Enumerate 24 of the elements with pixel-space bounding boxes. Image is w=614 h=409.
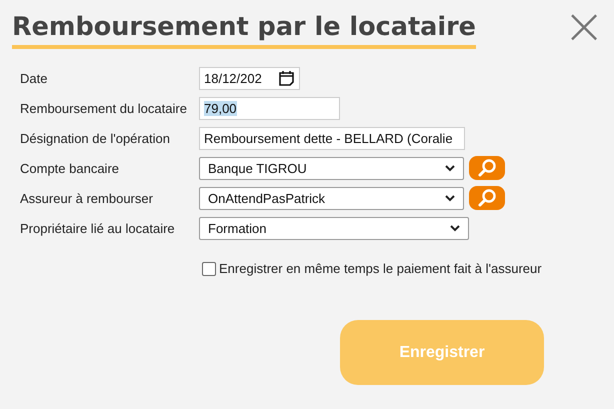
dropdown[interactable]: Formation (199, 216, 469, 240)
checkbox-label: Enregistrer en même temps le paiement fait à l'assureur (219, 261, 542, 276)
close-icon[interactable]: × (563, 8, 605, 44)
field-label: Propriétaire lié au locataire (20, 220, 176, 236)
search-button[interactable] (469, 156, 505, 180)
date-field[interactable]: 18/12/202 (199, 66, 300, 90)
dropdown-caret-icon (445, 164, 455, 172)
field-label: Assureur à rembourser (20, 190, 154, 206)
text-field[interactable]: 79,00 (199, 96, 340, 120)
dropdown-caret-icon (445, 194, 455, 202)
search-button[interactable] (469, 186, 505, 210)
field-label: Compte bancaire (20, 160, 120, 176)
field-value: 79,00 (204, 100, 237, 116)
dialog-title: Remboursement par le locataire (12, 8, 476, 49)
field-value: Remboursement dette - BELLARD (Coralie (204, 130, 453, 146)
dropdown[interactable]: Banque TIGROU (199, 156, 464, 180)
dropdown-caret-icon (450, 224, 460, 232)
checkbox[interactable] (202, 262, 216, 276)
dropdown[interactable]: OnAttendPasPatrick (199, 186, 464, 210)
field-label: Date (20, 70, 48, 86)
field-label: Désignation de l'opération (20, 130, 171, 146)
calendar-icon[interactable] (278, 70, 295, 86)
field-label: Remboursement du locataire (20, 100, 188, 116)
text-field[interactable]: Remboursement dette - BELLARD (Coralie (199, 126, 465, 150)
